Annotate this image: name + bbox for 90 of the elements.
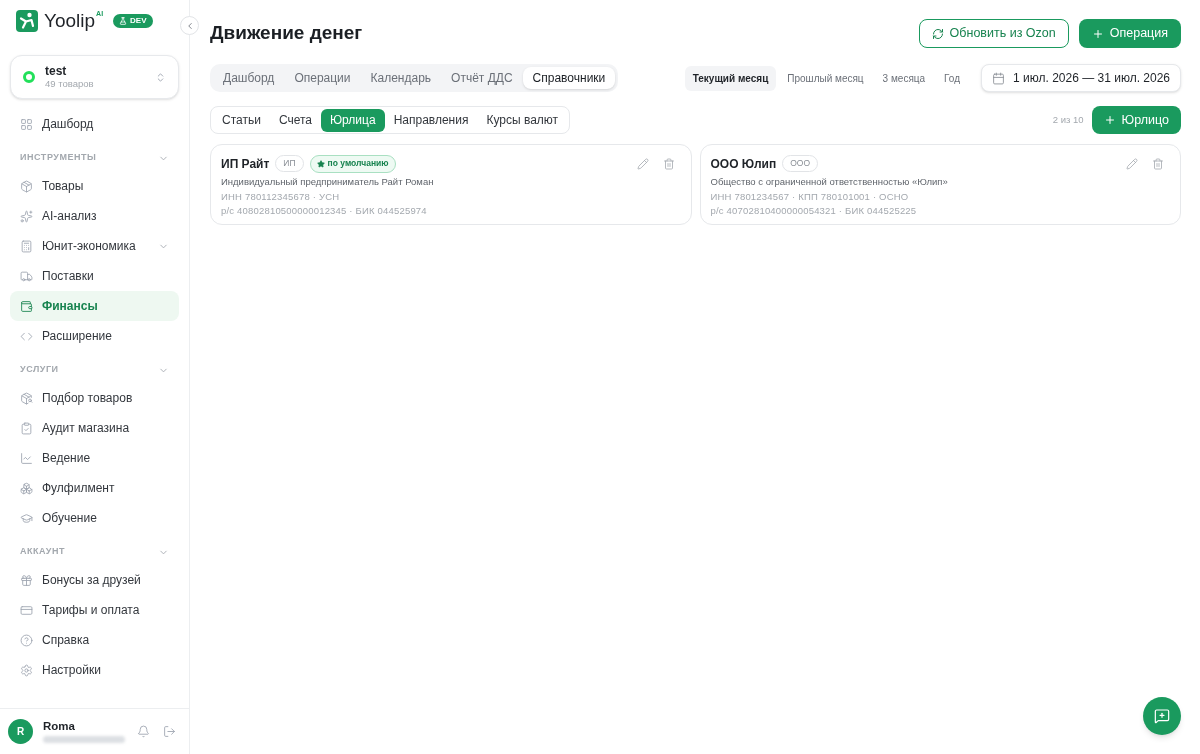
tab[interactable]: Календарь [360,67,442,89]
box-search-icon [20,391,33,405]
help-icon [20,633,33,647]
star-icon [316,159,325,168]
sparkles-icon [20,209,33,223]
add-operation-button[interactable]: Операция [1078,19,1181,48]
logout-icon [162,725,176,738]
boxes-icon [20,481,33,495]
graduation-cap-icon [20,511,33,525]
user-avatar: R [8,719,33,744]
clipboard-check-icon [20,421,33,435]
wallet-icon [20,299,33,313]
truck-icon [20,269,33,283]
sidebar-item[interactable]: Поставки [10,261,179,291]
subtab[interactable]: Статьи [213,108,270,132]
tab[interactable]: Дашборд [213,67,285,89]
period-option[interactable]: Текущий месяц [684,65,777,91]
sidebar-item[interactable]: AI-анализ [10,201,179,231]
plus-icon [1091,27,1104,40]
logo-wordmark: Yoolip [44,10,96,32]
tab[interactable]: Операции [284,67,361,89]
subtab[interactable]: Курсы валют [477,108,568,132]
credit-card-icon [20,603,33,617]
entity-details: ИНН 7801234567 · КПП 780101001 · ОСНО [710,189,910,204]
entity-details: р/с 40702810400000054321 · БИК 044525225 [710,204,918,218]
period-option[interactable]: 3 месяца [874,65,934,91]
refresh-icon [931,27,944,40]
sidebar-item[interactable]: Обучение [10,503,179,533]
refresh-button[interactable]: Обновить из Ozon [918,19,1069,48]
status-ring-icon [23,71,35,83]
entity-full-name: Индивидуальный предприниматель Райт Роман [221,175,435,189]
trash-icon [662,157,675,170]
sidebar-item[interactable]: Юнит-экономика [10,231,179,261]
entity-name: ИП Райт [221,155,270,173]
badge-label: DEV [130,16,147,26]
store-subtitle: 49 товаров [45,78,95,90]
logout-button[interactable] [161,723,177,740]
flask-icon [119,17,128,25]
logo-icon [16,10,38,32]
store-selector[interactable]: test 49 товаров [10,55,179,99]
count-label: 2 из 10 [1052,112,1084,127]
tab[interactable]: Справочники [522,67,616,89]
subtab[interactable]: Юрлица [321,108,385,132]
period-option[interactable]: Прошлый месяц [779,65,872,91]
sidebar-item[interactable]: Подбор товаров [10,383,179,413]
edit-button[interactable] [634,155,651,172]
subtab[interactable]: Направления [384,108,478,132]
badge-label: по умолчанию [327,157,389,170]
sidebar-item[interactable]: Расширение [10,321,179,351]
collapse-sidebar-button[interactable] [180,16,199,35]
entity-full-name: Общество с ограниченной ответственностью «Юлип» [710,175,949,189]
date-range-picker[interactable]: 1 июл. 2026 — 31 июл. 2026 [981,64,1181,92]
gift-icon [20,573,33,587]
tab[interactable]: Отчёт ДДС [441,67,523,89]
chevrons-up-down-icon [155,71,166,83]
sidebar-item[interactable]: Бонусы за друзей [10,565,179,595]
period-option[interactable]: Год [936,65,969,91]
bell-icon [136,725,150,738]
grid-icon [20,117,33,131]
message-plus-icon [1154,708,1170,724]
settings-icon [20,663,33,677]
delete-button[interactable] [1150,155,1166,172]
sidebar-item[interactable]: Настройки [10,655,179,685]
sidebar-item[interactable]: Фулфилмент [10,473,179,503]
user-name: Roma [43,720,76,733]
line-chart-icon [20,451,33,465]
calendar-icon [992,71,1006,85]
page-title: Движение денег [210,21,363,46]
store-name: test [45,64,68,78]
entity-details: ИНН 780112345678 · УСН [221,189,341,204]
trash-icon [1152,157,1164,170]
calculator-icon [20,239,33,253]
edit-button[interactable] [1124,155,1140,172]
sidebar-item[interactable]: Тарифы и оплата [10,595,179,625]
sidebar-item[interactable]: Финансы [10,291,179,321]
notifications-button[interactable] [135,723,151,740]
sidebar-item[interactable]: Ведение [10,443,179,473]
chat-button[interactable] [1143,697,1181,735]
pencil-icon [636,157,649,170]
subtab[interactable]: Счета [269,108,321,132]
box-icon [20,179,33,193]
sidebar-item[interactable]: Справка [10,625,179,655]
entity-details: р/с 40802810500000012345 · БИК 044525974 [221,204,428,218]
sidebar-item[interactable]: Дашборд [10,109,179,139]
sidebar-item[interactable]: Товары [10,171,179,201]
entity-name: ООО Юлип [710,155,777,173]
add-entity-button[interactable]: Юрлицо [1091,106,1181,134]
sidebar-item[interactable]: Аудит магазина [10,413,179,443]
pencil-icon [1126,157,1138,170]
plus-icon [1103,114,1116,126]
